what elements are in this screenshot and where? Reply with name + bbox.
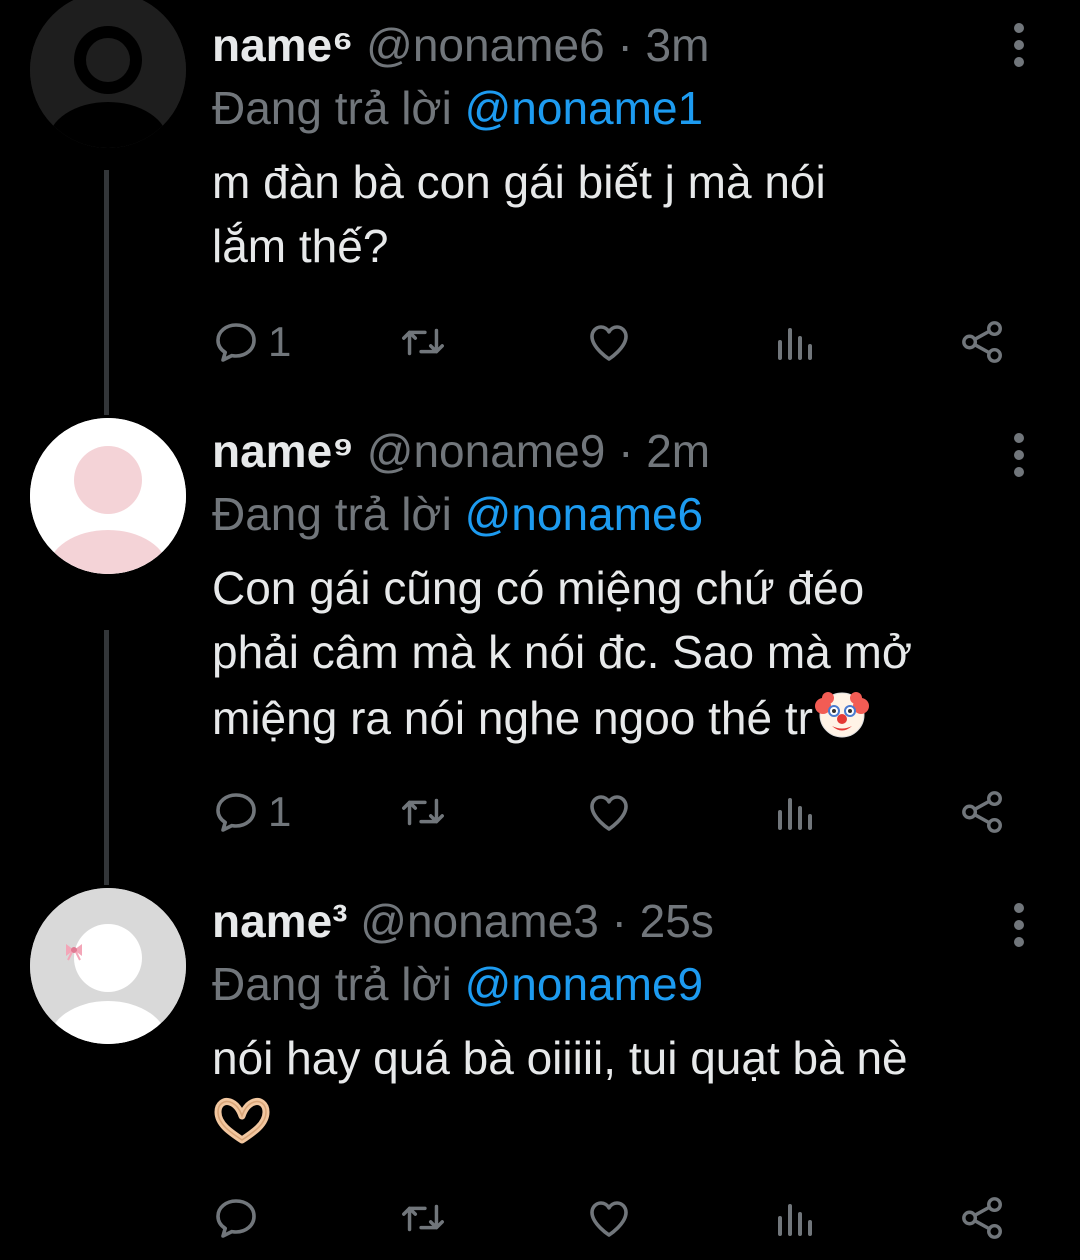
separator-dot: · — [618, 425, 647, 477]
like-button[interactable] — [584, 1188, 634, 1248]
views-icon — [778, 328, 812, 360]
mention-link[interactable]: @noname6 — [465, 488, 704, 540]
reply-icon — [216, 793, 256, 832]
handle[interactable]: @noname3 — [360, 895, 599, 947]
display-name[interactable]: name⁶ — [212, 19, 353, 71]
tweet-actions — [212, 1188, 1012, 1248]
display-name[interactable]: name⁹ — [212, 425, 354, 477]
replying-prefix: Đang trả lời — [212, 958, 452, 1010]
tweet[interactable]: name⁹ @noname9 · 2m Đang trả lời @noname… — [0, 400, 1080, 870]
tweet-text-body: nói hay quá bà oiiiii, tui quạt bà nè — [212, 1032, 908, 1084]
reply-count: 1 — [268, 788, 292, 835]
reply-button[interactable]: 1 — [212, 312, 291, 372]
display-name[interactable]: name³ — [212, 895, 347, 947]
like-icon — [590, 325, 628, 361]
views-button[interactable] — [774, 1188, 814, 1248]
separator-dot: · — [617, 19, 646, 71]
mention-link[interactable]: @noname1 — [465, 82, 704, 134]
like-icon — [590, 1201, 628, 1237]
tweet-header: name⁹ @noname9 · 2m — [212, 420, 1020, 482]
timestamp[interactable]: 2m — [646, 425, 710, 477]
more-icon[interactable] — [1004, 900, 1034, 950]
tweet-text: m đàn bà con gái biết j mà nói lắm thế? — [212, 156, 826, 272]
share-button[interactable] — [960, 782, 1006, 842]
retweet-button[interactable] — [398, 1188, 448, 1248]
share-icon — [962, 791, 1002, 833]
share-button[interactable] — [960, 1188, 1006, 1248]
tweet-text-body: Con gái cũng có miệng chứ đéo phải câm m… — [212, 562, 912, 744]
avatar[interactable] — [30, 418, 186, 574]
avatar[interactable] — [30, 0, 186, 148]
timestamp[interactable]: 3m — [646, 19, 710, 71]
timestamp[interactable]: 25s — [640, 895, 714, 947]
more-icon[interactable] — [1004, 430, 1034, 480]
retweet-icon — [402, 798, 444, 826]
tweet-header: name³ @noname3 · 25s — [212, 890, 1020, 952]
tweet-actions: 1 — [212, 312, 1012, 372]
like-button[interactable] — [584, 782, 634, 842]
reply-icon — [216, 1199, 256, 1238]
tweet-text: Con gái cũng có miệng chứ đéo phải câm m… — [212, 556, 1020, 758]
retweet-icon — [402, 1204, 444, 1232]
heart-hands-emoji — [212, 1096, 272, 1162]
separator-dot: · — [611, 895, 640, 947]
retweet-icon — [402, 328, 444, 356]
reply-button[interactable]: 1 — [212, 782, 291, 842]
views-button[interactable] — [774, 312, 814, 372]
replying-to: Đang trả lời @noname9 — [212, 952, 1020, 1016]
retweet-button[interactable] — [398, 312, 448, 372]
retweet-button[interactable] — [398, 782, 448, 842]
share-icon — [962, 1197, 1002, 1239]
reply-icon — [216, 323, 256, 362]
like-icon — [590, 795, 628, 831]
avatar[interactable] — [30, 888, 186, 1044]
share-icon — [962, 321, 1002, 363]
tweet-header: name⁶ @noname6 · 3m — [212, 14, 1020, 76]
tweet[interactable]: name³ @noname3 · 25s Đang trả lời @nonam… — [0, 870, 1080, 1260]
tweet-actions: 1 — [212, 782, 1012, 842]
views-icon — [778, 1204, 812, 1236]
handle[interactable]: @noname9 — [367, 425, 606, 477]
share-button[interactable] — [960, 312, 1006, 372]
replying-prefix: Đang trả lời — [212, 488, 452, 540]
clown-face-emoji — [813, 684, 871, 758]
views-icon — [778, 798, 812, 830]
tweet-text: nói hay quá bà oiiiii, tui quạt bà nè — [212, 1026, 1020, 1162]
replying-prefix: Đang trả lời — [212, 82, 452, 134]
replying-to: Đang trả lời @noname6 — [212, 482, 1020, 546]
reply-button[interactable] — [212, 1188, 268, 1248]
handle[interactable]: @noname6 — [366, 19, 605, 71]
reply-count: 1 — [268, 318, 292, 365]
mention-link[interactable]: @noname9 — [465, 958, 704, 1010]
views-button[interactable] — [774, 782, 814, 842]
replying-to: Đang trả lời @noname1 — [212, 76, 1020, 140]
tweet[interactable]: name⁶ @noname6 · 3m Đang trả lời @noname… — [0, 0, 1080, 400]
like-button[interactable] — [584, 312, 634, 372]
more-icon[interactable] — [1004, 20, 1034, 70]
